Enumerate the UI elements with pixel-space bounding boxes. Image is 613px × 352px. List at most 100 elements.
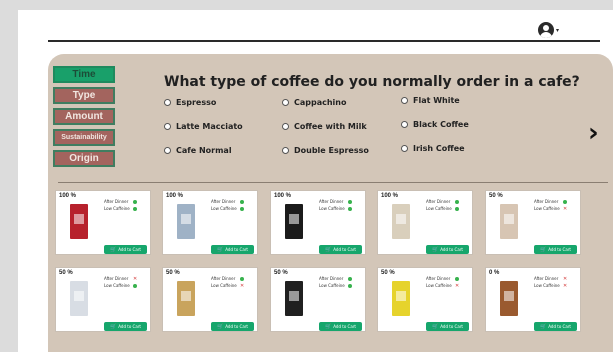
add-to-cart-button[interactable]: 🛒 Add to Cart bbox=[104, 322, 147, 331]
add-to-cart-label: Add to Cart bbox=[440, 247, 463, 252]
option-double-espresso[interactable]: Double Espresso bbox=[282, 146, 369, 155]
check-icon bbox=[455, 276, 459, 281]
cross-icon: ✕ bbox=[455, 282, 460, 289]
product-card[interactable]: 50 % After Dinner Low Caffeine ✕ 🛒 Add to Car… bbox=[377, 267, 473, 332]
coffee-package-image bbox=[177, 281, 195, 316]
option-black-coffee[interactable]: Black Coffee bbox=[401, 120, 469, 129]
section-divider bbox=[58, 182, 608, 183]
add-to-cart-button[interactable]: 🛒 Add to Cart bbox=[534, 322, 577, 331]
product-attributes: After Dinner Low Caffeine bbox=[211, 198, 244, 212]
product-card[interactable]: 100 % After Dinner Low Caffeine 🛒 Add to Car… bbox=[377, 190, 473, 255]
low-caffeine-label: Low Caffeine bbox=[319, 206, 345, 211]
option-label: Double Espresso bbox=[294, 146, 369, 155]
match-percent: 0 % bbox=[489, 270, 500, 276]
product-card[interactable]: 0 % After Dinner ✕ Low Caffeine ✕ 🛒 Add to Car… bbox=[485, 267, 581, 332]
after-dinner-label: After Dinner bbox=[211, 276, 236, 281]
match-percent: 100 % bbox=[166, 193, 184, 199]
add-to-cart-button[interactable]: 🛒 Add to Cart bbox=[104, 245, 147, 254]
low-caffeine-label: Low Caffeine bbox=[319, 283, 345, 288]
after-dinner-label: After Dinner bbox=[426, 276, 451, 281]
cross-icon: ✕ bbox=[133, 275, 138, 282]
check-icon bbox=[133, 206, 137, 211]
radio-icon bbox=[401, 97, 408, 104]
radio-icon bbox=[401, 121, 408, 128]
questionnaire-panel: Time Type Amount Sustainability Origin W… bbox=[48, 54, 613, 352]
coffee-package-image bbox=[285, 281, 303, 316]
add-to-cart-button[interactable]: 🛒 Add to Cart bbox=[426, 322, 469, 331]
match-percent: 50 % bbox=[381, 270, 395, 276]
option-label: Flat White bbox=[413, 96, 460, 105]
tab-sustainability[interactable]: Sustainability bbox=[53, 129, 115, 146]
cart-icon: 🛒 bbox=[110, 246, 117, 253]
add-to-cart-button[interactable]: 🛒 Add to Cart bbox=[534, 245, 577, 254]
add-to-cart-label: Add to Cart bbox=[118, 247, 141, 252]
option-label: Irish Coffee bbox=[413, 144, 465, 153]
product-card[interactable]: 100 % After Dinner Low Caffeine 🛒 Add to Car… bbox=[162, 190, 258, 255]
cart-icon: 🛒 bbox=[325, 246, 332, 253]
check-icon bbox=[455, 199, 459, 204]
after-dinner-label: After Dinner bbox=[211, 199, 236, 204]
product-attributes: After Dinner Low Caffeine ✕ bbox=[426, 275, 459, 289]
option-latte-macciato[interactable]: Latte Macciato bbox=[164, 122, 243, 131]
coffee-package-image bbox=[70, 204, 88, 239]
next-chevron-icon[interactable]: › bbox=[588, 118, 599, 148]
check-icon bbox=[563, 199, 567, 204]
cart-icon: 🛒 bbox=[432, 323, 439, 330]
product-card[interactable]: 50 % After Dinner Low Caffeine ✕ 🛒 Add to Car… bbox=[485, 190, 581, 255]
option-irish-coffee[interactable]: Irish Coffee bbox=[401, 144, 465, 153]
option-espresso[interactable]: Espresso bbox=[164, 98, 216, 107]
cross-icon: ✕ bbox=[563, 282, 568, 289]
low-caffeine-label: Low Caffeine bbox=[104, 283, 130, 288]
option-cafe-normal[interactable]: Cafe Normal bbox=[164, 146, 232, 155]
product-card[interactable]: 50 % After Dinner ✕ Low Caffeine 🛒 Add to Car… bbox=[55, 267, 151, 332]
add-to-cart-button[interactable]: 🛒 Add to Cart bbox=[426, 245, 469, 254]
tab-type[interactable]: Type bbox=[53, 87, 115, 104]
after-dinner-label: After Dinner bbox=[104, 276, 129, 281]
add-to-cart-label: Add to Cart bbox=[440, 324, 463, 329]
option-label: Latte Macciato bbox=[176, 122, 243, 131]
user-icon bbox=[538, 22, 554, 38]
cart-icon: 🛒 bbox=[540, 246, 547, 253]
add-to-cart-button[interactable]: 🛒 Add to Cart bbox=[211, 322, 254, 331]
check-icon bbox=[348, 276, 352, 281]
product-attributes: After Dinner Low Caffeine bbox=[104, 198, 137, 212]
tab-amount[interactable]: Amount bbox=[53, 108, 115, 125]
option-label: Black Coffee bbox=[413, 120, 469, 129]
tab-origin[interactable]: Origin bbox=[53, 150, 115, 167]
match-percent: 100 % bbox=[59, 193, 77, 199]
match-percent: 100 % bbox=[274, 193, 292, 199]
option-coffee-with-milk[interactable]: Coffee with Milk bbox=[282, 122, 367, 131]
check-icon bbox=[133, 283, 137, 288]
option-label: Cappachino bbox=[294, 98, 347, 107]
top-bar: ▾ bbox=[18, 10, 613, 42]
coffee-package-image bbox=[392, 281, 410, 316]
product-attributes: After Dinner Low Caffeine ✕ bbox=[211, 275, 244, 289]
tab-time[interactable]: Time bbox=[53, 66, 115, 83]
cart-icon: 🛒 bbox=[432, 246, 439, 253]
check-icon bbox=[348, 199, 352, 204]
product-card[interactable]: 100 % After Dinner Low Caffeine 🛒 Add to Car… bbox=[270, 190, 366, 255]
caret-down-icon: ▾ bbox=[556, 26, 560, 34]
product-card[interactable]: 50 % After Dinner Low Caffeine 🛒 Add to Cart bbox=[270, 267, 366, 332]
low-caffeine-label: Low Caffeine bbox=[211, 283, 237, 288]
check-icon bbox=[240, 206, 244, 211]
product-attributes: After Dinner ✕ Low Caffeine ✕ bbox=[534, 275, 567, 289]
app-frame: ▾ Time Type Amount Sustainability Origin… bbox=[18, 10, 613, 352]
option-cappachino[interactable]: Cappachino bbox=[282, 98, 347, 107]
coffee-package-image bbox=[70, 281, 88, 316]
add-to-cart-label: Add to Cart bbox=[118, 324, 141, 329]
product-card[interactable]: 100 % After Dinner Low Caffeine 🛒 Add to Car… bbox=[55, 190, 151, 255]
add-to-cart-button[interactable]: 🛒 Add to Cart bbox=[211, 245, 254, 254]
add-to-cart-button[interactable]: 🛒 Add to Cart bbox=[319, 322, 362, 331]
product-card[interactable]: 50 % After Dinner Low Caffeine ✕ 🛒 Add to Car… bbox=[162, 267, 258, 332]
cart-icon: 🛒 bbox=[217, 246, 224, 253]
option-label: Cafe Normal bbox=[176, 146, 232, 155]
user-menu[interactable]: ▾ bbox=[538, 21, 564, 39]
radio-icon bbox=[282, 99, 289, 106]
product-attributes: After Dinner Low Caffeine bbox=[319, 198, 352, 212]
add-to-cart-button[interactable]: 🛒 Add to Cart bbox=[319, 245, 362, 254]
match-percent: 50 % bbox=[489, 193, 503, 199]
match-percent: 50 % bbox=[166, 270, 180, 276]
option-flat-white[interactable]: Flat White bbox=[401, 96, 460, 105]
match-percent: 100 % bbox=[381, 193, 399, 199]
